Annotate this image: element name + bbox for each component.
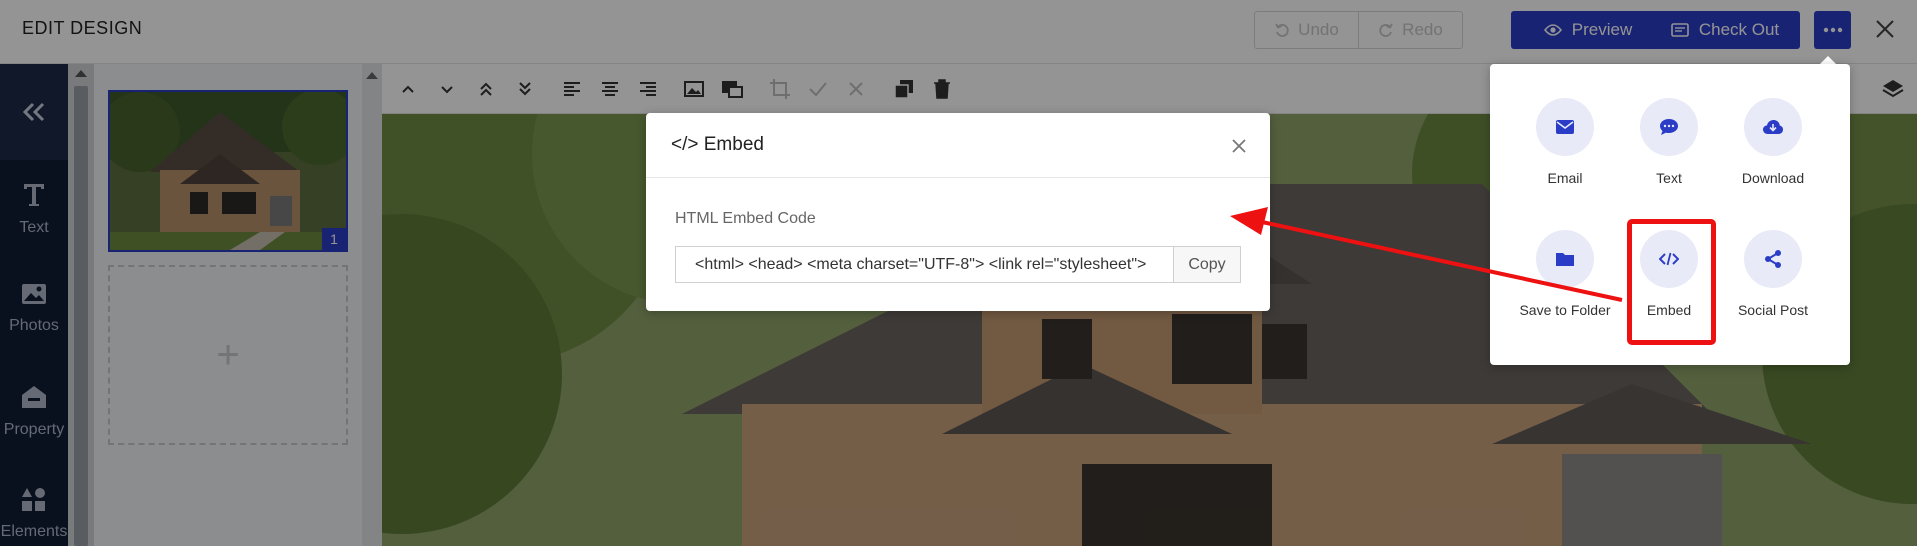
cloud-download-icon	[1763, 120, 1783, 134]
menu-item-label: Download	[1741, 170, 1805, 186]
menu-item-label: Save to Folder	[1519, 302, 1611, 318]
modal-title: </> Embed	[671, 134, 764, 155]
chat-icon	[1660, 119, 1678, 135]
embed-modal: </> Embed HTML Embed Code Copy	[646, 113, 1270, 311]
menu-item-download[interactable]: Download	[1721, 98, 1825, 186]
embed-code-label: HTML Embed Code	[675, 210, 816, 227]
email-icon	[1556, 120, 1574, 134]
menu-item-label: Social Post	[1737, 302, 1809, 318]
menu-item-label: Email	[1547, 170, 1583, 186]
copy-button[interactable]: Copy	[1173, 246, 1241, 283]
menu-icon-circle	[1536, 98, 1594, 156]
menu-item-email[interactable]: Email	[1513, 98, 1617, 186]
menu-item-save-to-folder[interactable]: Save to Folder	[1513, 230, 1617, 318]
menu-icon-circle	[1640, 98, 1698, 156]
modal-close-button[interactable]	[1228, 135, 1250, 157]
embed-code-input[interactable]	[675, 246, 1173, 283]
menu-icon-circle	[1536, 230, 1594, 288]
menu-item-social-post[interactable]: Social Post	[1721, 230, 1825, 318]
menu-item-label: Text	[1656, 170, 1682, 186]
folder-icon	[1556, 253, 1574, 266]
modal-header: </> Embed	[646, 113, 1270, 178]
close-icon	[1232, 139, 1246, 153]
menu-icon-circle	[1744, 98, 1802, 156]
menu-icon-circle	[1744, 230, 1802, 288]
share-icon	[1765, 250, 1781, 268]
menu-item-text[interactable]: Text	[1617, 98, 1721, 186]
embed-highlight-box	[1627, 219, 1716, 345]
